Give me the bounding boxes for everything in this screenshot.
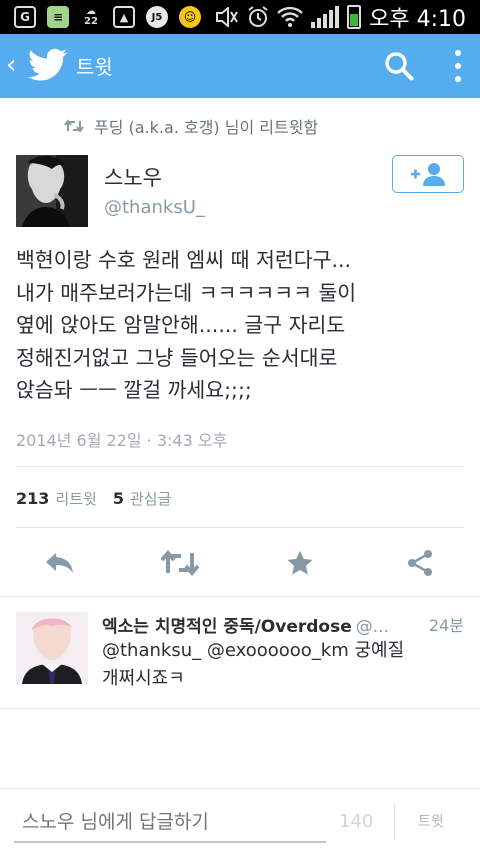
tweet-line: 앉슴돠 ㅡㅡ 깔걸 까세요;;;; (16, 378, 252, 402)
divider (0, 708, 480, 709)
char-counter: 140 (339, 811, 374, 832)
pororo-icon: ☺ (179, 6, 201, 28)
retweet-icon[interactable] (160, 543, 200, 583)
doc-icon: ≡ (47, 6, 69, 28)
retweets-count: 213 (16, 489, 50, 508)
tweet-actions (0, 543, 480, 583)
system-status: 오후 4:10 (215, 0, 466, 34)
tweet-button[interactable]: 트윗 (418, 811, 444, 831)
battery-icon (347, 5, 362, 29)
divider (16, 466, 464, 467)
tweet-line: 백현이랑 수호 원래 엠씨 때 저런다구... (16, 248, 352, 272)
image-icon: ▲ (113, 6, 135, 28)
search-icon[interactable] (384, 51, 414, 81)
tweet-timestamp: 2014년 6월 22일 · 3:43 오후 (16, 431, 228, 450)
reply-time: 24분 (428, 616, 464, 635)
tweet-line: 정해진거없고 그냥 들어오는 순서대로 (16, 345, 338, 370)
tweet-line: 옆에 앉아도 암말안해...... 글구 자리도 (16, 313, 346, 337)
favorite-star-icon[interactable] (280, 543, 320, 583)
favorites-stat[interactable]: 5 관심글 (113, 488, 172, 509)
reply-item[interactable]: 엑소는 치명적인 중독/Overdose @... 24분 @thanksu_ @… (0, 604, 480, 708)
follow-user-icon (411, 163, 445, 186)
reply-compose-bar: 140 트윗 (0, 788, 480, 853)
reply-author-name: 엑소는 치명적인 중독/Overdose (102, 617, 352, 637)
reply-input[interactable] (14, 807, 326, 843)
twitter-bird-icon[interactable] (28, 48, 68, 82)
follow-button[interactable] (392, 155, 464, 193)
g-icon: G (14, 6, 36, 28)
tweet-line: 내가 매주보러가는데 ㅋㅋㅋㅋㅋㅋ 둘이 (16, 280, 357, 305)
favorites-label: 관심글 (129, 490, 172, 508)
reply-author[interactable]: 엑소는 치명적인 중독/Overdose @... (102, 612, 412, 637)
compose-separator (394, 803, 395, 839)
back-chevron-icon[interactable]: ‹ (6, 50, 16, 80)
weather-temp: 22 (84, 16, 98, 27)
share-icon[interactable] (400, 543, 440, 583)
reply-line: @thanksu_ @exoooooo_km 궁예질 (102, 640, 405, 661)
notification-icons: G ≡ ☁ 22 ▲ J5 ☺ (14, 4, 201, 30)
reply-text: @thanksu_ @exoooooo_km 궁예질 개쩌시죠ㅋ (102, 637, 462, 693)
divider (0, 596, 480, 597)
mute-icon (216, 7, 238, 27)
weather-icon: ☁ 22 (84, 6, 98, 27)
app-bar: ‹ 트윗 (0, 34, 480, 98)
reply-line: 개쩌시죠ㅋ (102, 668, 185, 689)
tweet-stats: 213 리트윗 5 관심글 (16, 488, 171, 509)
reply-avatar[interactable] (16, 612, 88, 684)
retweet-context: 푸딩 (a.k.a. 호갱) 님이 리트윗함 (64, 114, 318, 138)
status-bar: G ≡ ☁ 22 ▲ J5 ☺ 오후 4:10 (0, 0, 480, 34)
author-avatar[interactable] (16, 155, 88, 227)
tweet-text: 백현이랑 수호 원래 엠씨 때 저런다구... 내가 매주보러가는데 ㅋㅋㅋㅋㅋ… (16, 244, 464, 407)
signal-icon (311, 6, 340, 28)
badge-icon: J5 (146, 6, 168, 28)
favorites-count: 5 (112, 489, 124, 508)
page-title: 트윗 (76, 55, 113, 79)
clock: 오후 4:10 (369, 7, 466, 32)
reply-icon[interactable] (40, 543, 80, 583)
divider (16, 527, 464, 528)
retweets-label: 리트윗 (55, 490, 97, 508)
wifi-icon (277, 6, 303, 27)
alarm-icon (248, 6, 268, 27)
author-name[interactable]: 스노우 (104, 162, 162, 192)
author-handle[interactable]: @thanksU_ (104, 197, 205, 218)
retweet-small-icon (64, 119, 84, 133)
retweets-stat[interactable]: 213 리트윗 (16, 488, 97, 509)
reply-author-handle: @... (355, 617, 389, 637)
overflow-menu-icon[interactable] (454, 50, 462, 82)
retweet-context-text: 푸딩 (a.k.a. 호갱) 님이 리트윗함 (94, 118, 319, 137)
